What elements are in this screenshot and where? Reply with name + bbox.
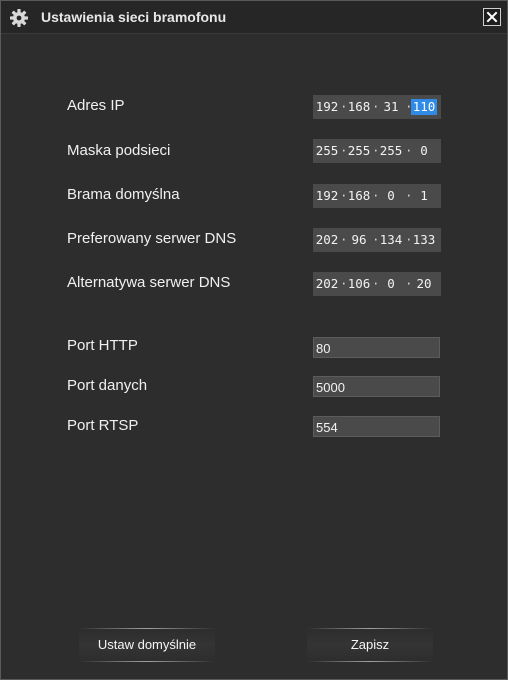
rtsp-port-label: Port RTSP (67, 417, 139, 434)
ip-octet[interactable]: 168 (346, 99, 372, 115)
rtsp-port-input[interactable]: 554 (313, 416, 440, 437)
ip-octet[interactable]: 192 (314, 188, 340, 204)
ip-octet[interactable]: 96 (346, 232, 372, 248)
data-port-label: Port danych (67, 377, 148, 394)
gateway-field[interactable]: 192 · 168 · 0 · 1 (313, 184, 441, 208)
ip-octet[interactable]: 202 (314, 232, 340, 248)
title-bar: Ustawienia sieci bramofonu (1, 1, 507, 34)
data-port-input[interactable]: 5000 (313, 376, 440, 397)
ip-octet[interactable]: 255 (346, 143, 372, 159)
subnet-mask-label: Maska podsieci (67, 142, 171, 159)
set-defaults-button[interactable]: Ustaw domyślnie (79, 628, 215, 662)
close-icon (486, 11, 498, 23)
preferred-dns-label: Preferowany serwer DNS (67, 230, 237, 247)
gear-icon (9, 8, 29, 28)
subnet-mask-field[interactable]: 255 · 255 · 255 · 0 (313, 139, 441, 163)
ip-octet[interactable]: 0 (378, 188, 404, 204)
ip-address-field[interactable]: 192 · 168 · 31 · 110 (313, 95, 441, 119)
ip-octet[interactable]: 1 (411, 188, 437, 204)
ip-octet[interactable]: 255 (378, 143, 404, 159)
ip-octet[interactable]: 255 (314, 143, 340, 159)
preferred-dns-field[interactable]: 202 · 96 · 134 · 133 (313, 228, 441, 252)
http-port-label: Port HTTP (67, 337, 138, 354)
ip-octet-selected[interactable]: 110 (411, 99, 437, 115)
close-button[interactable] (483, 8, 501, 26)
alternate-dns-label: Alternatywa serwer DNS (67, 274, 231, 291)
ip-octet[interactable]: 168 (346, 188, 372, 204)
ip-octet[interactable]: 0 (411, 143, 437, 159)
http-port-input[interactable]: 80 (313, 337, 440, 358)
network-settings-window: Ustawienia sieci bramofonu Adres IP 192 … (0, 0, 508, 680)
alternate-dns-field[interactable]: 202 · 106 · 0 · 20 (313, 272, 441, 296)
save-button[interactable]: Zapisz (307, 628, 433, 662)
ip-octet[interactable]: 192 (314, 99, 340, 115)
ip-octet[interactable]: 106 (346, 276, 372, 292)
ip-octet[interactable]: 134 (378, 232, 404, 248)
window-title: Ustawienia sieci bramofonu (41, 9, 227, 25)
ip-octet[interactable]: 0 (378, 276, 404, 292)
ip-octet[interactable]: 133 (411, 232, 437, 248)
gateway-label: Brama domyślna (67, 186, 180, 203)
ip-octet[interactable]: 31 (378, 99, 404, 115)
ip-octet[interactable]: 20 (411, 276, 437, 292)
ip-octet[interactable]: 202 (314, 276, 340, 292)
ip-address-label: Adres IP (67, 97, 125, 114)
